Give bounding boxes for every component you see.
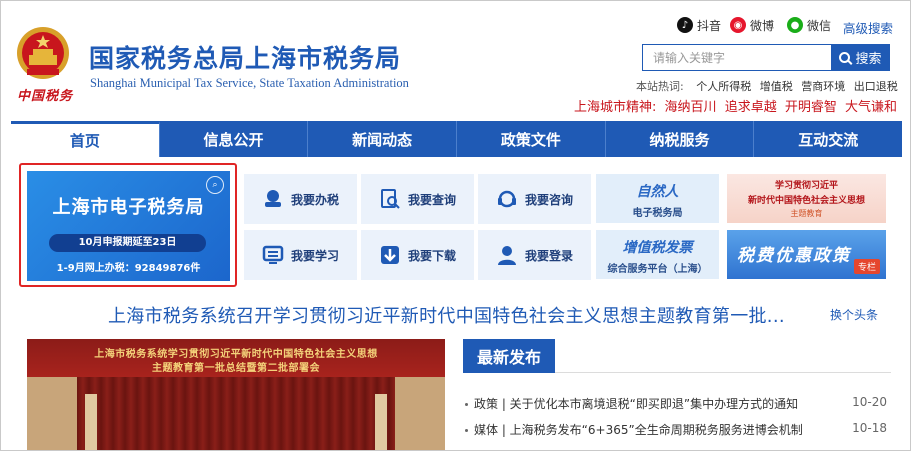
nav-item-home[interactable]: 首页 [11,121,160,157]
etax-title: 上海市电子税务局 [52,197,205,218]
search-icon [839,52,851,63]
tab-latest[interactable]: 最新发布 [463,339,555,373]
hot-word-item[interactable]: 增值税 [760,80,793,93]
hot-word-item[interactable]: 营商环境 [801,80,845,93]
banner-line: 学习贯彻习近平 [774,181,838,191]
list-item[interactable]: 媒体 | 上海税务发布“6+365”全生命周期税务服务进博会机制 10-18 [463,421,891,441]
search-button[interactable]: 搜索 [831,44,890,71]
hot-word-item[interactable]: 出口退税 [854,80,898,93]
news-date: 10-18 [852,421,887,435]
site-subtitle: Shanghai Municipal Tax Service, State Ta… [90,76,409,90]
hot-words-label: 本站热词: [636,80,684,93]
search-button-label: 搜索 [855,52,882,67]
etax-banner[interactable]: ⌕ 上海市电子税务局 10月申报期延至23日 1-9月网上办税：92849876… [27,171,230,281]
city-spirit-label: 上海城市精神: [574,100,657,115]
nav-item-info-disclosure[interactable]: 信息公开 [160,121,309,157]
photo-wall [27,377,77,450]
photo-banner-line: 主题教育第一批总结暨第二批部署会 [152,363,320,374]
headset-icon [497,190,516,208]
tax-filing-icon [264,190,281,207]
service-label: 我要查询 [407,192,456,207]
banner-line: 新时代中国特色社会主义思想 [747,196,865,206]
nav-item-interaction[interactable]: 互动交流 [754,121,902,157]
download-icon [380,246,399,264]
natural-person-etax-banner[interactable]: 自然人 电子税务局 [596,174,719,223]
service-label: 我要登录 [524,248,573,263]
page-frame: 中国税务 国家税务总局上海市税务局 Shanghai Municipal Tax… [0,0,911,451]
service-label: 我要学习 [290,248,339,263]
banner-tag: 专栏 [853,259,880,274]
news-title: 政策 | 关于优化本市离境退税“即买即退”集中办理方式的通知 [474,397,799,411]
banner-line: 主题教育 [790,209,823,218]
news-title: 媒体 | 上海税务发布“6+365”全生命周期税务服务进博会机制 [474,423,803,437]
weibo-link[interactable]: ◉ 微博 [730,15,774,35]
weibo-icon: ◉ [730,17,746,33]
monitor-icon [262,245,284,264]
banner-title: 自然人 [636,184,679,200]
douyin-label: 抖音 [697,18,722,33]
photo-pillar [85,394,97,450]
bullet-icon [465,429,468,432]
city-spirit-item: 开明睿智 [784,100,837,115]
headline-link[interactable]: 上海市税务系统召开学习贯彻习近平新时代中国特色社会主义思想主题教育第一批... [108,302,785,328]
banner-subtitle: 综合服务平台（上海） [607,264,708,275]
emblem-caption: 中国税务 [17,89,74,104]
national-emblem-icon [17,27,69,79]
advanced-search-link[interactable]: 高级搜索 [843,18,893,37]
photo-banner-line: 上海市税务系统学习贯彻习近平新时代中国特色社会主义思想 [94,349,378,360]
service-learn[interactable]: 我要学习 [244,230,357,280]
theme-education-banner[interactable]: 学习贯彻习近平 新时代中国特色社会主义思想 主题教育 [727,174,886,223]
nav-item-tax-service[interactable]: 纳税服务 [606,121,755,157]
list-item[interactable]: 政策 | 关于优化本市离境退税“即买即退”集中办理方式的通知 10-20 [463,395,891,415]
wechat-label: 微信 [807,18,832,33]
service-consult[interactable]: 我要咨询 [478,174,591,224]
query-icon [380,189,400,209]
hot-words: 本站热词: 个人所得税 增值税 营商环境 出口退税 [636,78,903,94]
photo-pillar [375,394,387,450]
switch-headline-link[interactable]: 换个头条 [830,306,878,323]
etax-count: 1-9月网上办税：92849876件 [56,263,201,274]
search-input[interactable] [642,44,831,71]
service-download[interactable]: 我要下载 [361,230,474,280]
banner-title: 增值税发票 [622,240,693,256]
main-nav: 首页 信息公开 新闻动态 政策文件 纳税服务 互动交流 [11,121,902,157]
douyin-icon: ♪ [677,17,693,33]
service-label: 我要咨询 [524,192,573,207]
nav-item-news[interactable]: 新闻动态 [308,121,458,157]
bullet-icon [465,403,468,406]
city-spirit: 上海城市精神: 海纳百川 追求卓越 开明睿智 大气谦和 [574,96,897,115]
tax-preference-policy-banner[interactable]: 税费优惠政策 专栏 [727,230,886,279]
city-spirit-item: 大气谦和 [845,100,898,115]
banner-title: 税费优惠政策 [737,246,851,266]
vat-invoice-platform-banner[interactable]: 增值税发票 综合服务平台（上海） [596,230,719,279]
news-date: 10-20 [852,395,887,409]
banner-subtitle: 电子税务局 [632,208,683,219]
photo-wall [395,377,445,450]
service-label: 我要办税 [290,192,339,207]
service-login[interactable]: 我要登录 [478,230,591,280]
nav-item-policy[interactable]: 政策文件 [457,121,606,157]
user-icon [497,246,516,265]
weibo-label: 微博 [750,18,775,33]
service-tax-filing[interactable]: 我要办税 [244,174,357,224]
douyin-link[interactable]: ♪ 抖音 [677,15,721,35]
service-label: 我要下载 [407,248,456,263]
city-spirit-item: 海纳百川 [664,100,717,115]
photo-curtain [77,377,395,450]
latest-header: 最新发布 [463,339,891,373]
news-photo[interactable]: 上海市税务系统学习贯彻习近平新时代中国特色社会主义思想 主题教育第一批总结暨第二… [27,339,445,450]
etax-notice: 10月申报期延至23日 [49,234,206,252]
wechat-icon: ● [787,17,803,33]
hot-word-item[interactable]: 个人所得税 [696,80,751,93]
city-spirit-item: 追求卓越 [724,100,777,115]
wechat-link[interactable]: ● 微信 [787,15,831,35]
site-title[interactable]: 国家税务总局上海市税务局 [89,39,401,75]
etax-search-icon: ⌕ [206,176,224,194]
service-query[interactable]: 我要查询 [361,174,474,224]
